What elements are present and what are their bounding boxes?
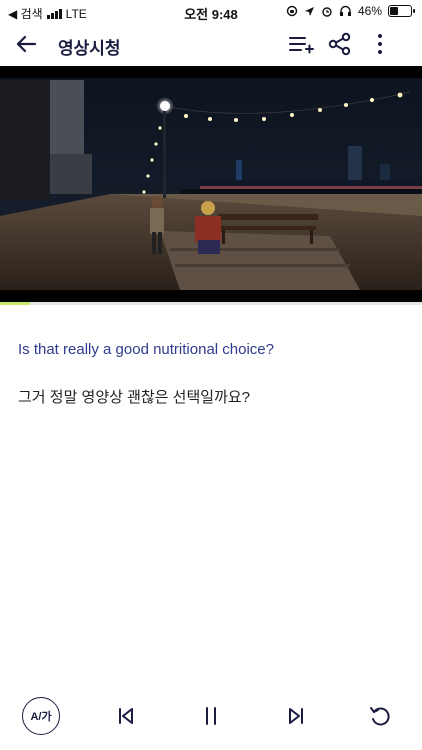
playlist-add-icon[interactable]: [286, 30, 314, 58]
replay-button[interactable]: [362, 698, 398, 734]
korean-subtitle: 그거 정말 영양상 괜찮은 선택일까요?: [18, 389, 251, 406]
previous-button[interactable]: [108, 698, 144, 734]
more-vert-icon[interactable]: [366, 30, 394, 58]
back-arrow-icon[interactable]: [12, 30, 40, 58]
pause-icon: [206, 707, 216, 725]
next-button[interactable]: [278, 698, 314, 734]
location-icon: [304, 6, 314, 16]
status-right: 46%: [286, 4, 415, 18]
battery-percent: 46%: [357, 4, 382, 18]
language-toggle-button[interactable]: A/가: [22, 697, 60, 735]
video-progress-bar[interactable]: [0, 302, 422, 305]
battery-fill: [390, 7, 398, 15]
alarm-icon: [322, 7, 332, 17]
next-icon: [289, 708, 303, 724]
previous-icon: [119, 708, 133, 724]
battery-icon: [388, 5, 415, 17]
video-player[interactable]: [0, 66, 422, 302]
status-bar: ◀ 검색 LTE 오전 9:48 46%: [0, 0, 422, 24]
english-subtitle: Is that really a good nutritional choice…: [18, 341, 274, 358]
replay-icon: [370, 707, 390, 726]
page-title: 영상시청: [58, 39, 121, 58]
pause-button[interactable]: [193, 698, 229, 734]
rotation-lock-icon: [286, 5, 298, 17]
headphones-icon: [339, 5, 351, 16]
share-icon[interactable]: [326, 30, 354, 58]
app-bar: 영상시청: [0, 24, 422, 64]
video-frame: [0, 66, 422, 302]
video-progress-fill: [0, 302, 30, 305]
